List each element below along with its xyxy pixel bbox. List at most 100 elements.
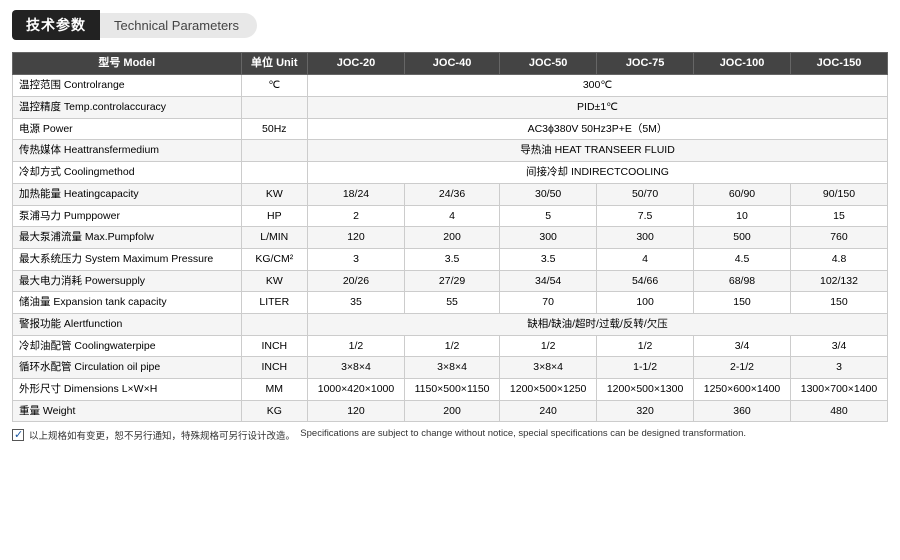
row-label: 循环水配管 Circulation oil pipe — [13, 357, 242, 379]
col-header-unit: 单位 Unit — [241, 53, 307, 75]
row-unit — [241, 140, 307, 162]
table-row: 警报功能 Alertfunction缺相/缺油/超时/过载/反转/欠压 — [13, 313, 888, 335]
footer-text-cn: 以上规格如有变更，恕不另行通知，特殊规格可另行设计改造。 — [29, 428, 295, 442]
row-label: 储油量 Expansion tank capacity — [13, 292, 242, 314]
row-value: 1250×600×1400 — [694, 379, 791, 401]
row-value: 1300×700×1400 — [790, 379, 887, 401]
row-unit — [241, 162, 307, 184]
table-row: 储油量 Expansion tank capacityLITER35557010… — [13, 292, 888, 314]
row-value: 70 — [500, 292, 597, 314]
row-value: 1/2 — [308, 335, 405, 357]
row-value: 3.5 — [500, 248, 597, 270]
row-value: 5 — [500, 205, 597, 227]
row-unit: L/MIN — [241, 227, 307, 249]
row-value: 3×8×4 — [404, 357, 499, 379]
table-row: 温控范围 Controlrange℃300℃ — [13, 75, 888, 97]
row-value: 360 — [694, 400, 791, 422]
footer-checkbox-icon — [12, 429, 24, 441]
col-header-joc20: JOC-20 — [308, 53, 405, 75]
row-value: 10 — [694, 205, 791, 227]
row-value: 480 — [790, 400, 887, 422]
row-value: 3.5 — [404, 248, 499, 270]
table-row: 冷却方式 Coolingmethod间接冷却 INDIRECTCOOLING — [13, 162, 888, 184]
table-row: 最大系统压力 System Maximum PressureKG/CM²33.5… — [13, 248, 888, 270]
row-value: 34/54 — [500, 270, 597, 292]
row-label: 电源 Power — [13, 118, 242, 140]
footer-note: 以上规格如有变更，恕不另行通知，特殊规格可另行设计改造。 Specificati… — [12, 428, 888, 442]
table-row: 重量 WeightKG120200240320360480 — [13, 400, 888, 422]
row-value: 320 — [597, 400, 694, 422]
row-value: 1/2 — [597, 335, 694, 357]
row-value-spanned: AC3ϕ380V 50Hz3P+E（5M） — [308, 118, 888, 140]
table-row: 最大电力消耗 PowersupplyKW20/2627/2934/5454/66… — [13, 270, 888, 292]
row-value: 120 — [308, 400, 405, 422]
row-value: 3×8×4 — [500, 357, 597, 379]
row-label: 外形尺寸 Dimensions L×W×H — [13, 379, 242, 401]
header-title: Technical Parameters — [100, 13, 257, 38]
row-value: 1200×500×1300 — [597, 379, 694, 401]
table-row: 温控精度 Temp.controlaccuracyPID±1℃ — [13, 97, 888, 119]
row-label: 温控范围 Controlrange — [13, 75, 242, 97]
page-container: 技术参数 Technical Parameters 型号 Model 单位 Un… — [0, 0, 900, 560]
row-label: 冷却油配管 Coolingwaterpipe — [13, 335, 242, 357]
row-label: 泵浦马力 Pumppower — [13, 205, 242, 227]
table-row: 最大泵浦流量 Max.PumpfolwL/MIN1202003003005007… — [13, 227, 888, 249]
row-value: 54/66 — [597, 270, 694, 292]
row-value: 20/26 — [308, 270, 405, 292]
col-header-joc100: JOC-100 — [694, 53, 791, 75]
table-row: 加热能量 HeatingcapacityKW18/2424/3630/5050/… — [13, 183, 888, 205]
table-header-row: 型号 Model 单位 Unit JOC-20 JOC-40 JOC-50 JO… — [13, 53, 888, 75]
row-unit: KG/CM² — [241, 248, 307, 270]
row-label: 最大泵浦流量 Max.Pumpfolw — [13, 227, 242, 249]
row-value: 3×8×4 — [308, 357, 405, 379]
row-value: 15 — [790, 205, 887, 227]
row-label: 最大系统压力 System Maximum Pressure — [13, 248, 242, 270]
row-unit: KG — [241, 400, 307, 422]
row-value: 24/36 — [404, 183, 499, 205]
row-value: 3 — [790, 357, 887, 379]
table-row: 电源 Power50HzAC3ϕ380V 50Hz3P+E（5M） — [13, 118, 888, 140]
row-value: 50/70 — [597, 183, 694, 205]
row-value: 2-1/2 — [694, 357, 791, 379]
row-value: 68/98 — [694, 270, 791, 292]
row-value: 4.8 — [790, 248, 887, 270]
row-value: 150 — [790, 292, 887, 314]
row-unit: MM — [241, 379, 307, 401]
header: 技术参数 Technical Parameters — [12, 10, 888, 40]
row-value: 3/4 — [790, 335, 887, 357]
row-value: 4 — [597, 248, 694, 270]
row-value: 55 — [404, 292, 499, 314]
row-label: 传热媒体 Heattransfermedium — [13, 140, 242, 162]
footer-text-en: Specifications are subject to change wit… — [300, 428, 746, 439]
row-value: 7.5 — [597, 205, 694, 227]
row-value: 200 — [404, 400, 499, 422]
col-header-joc75: JOC-75 — [597, 53, 694, 75]
row-value: 1000×420×1000 — [308, 379, 405, 401]
col-header-model: 型号 Model — [13, 53, 242, 75]
row-value: 300 — [597, 227, 694, 249]
row-value: 4.5 — [694, 248, 791, 270]
row-value: 760 — [790, 227, 887, 249]
row-value: 102/132 — [790, 270, 887, 292]
row-value: 500 — [694, 227, 791, 249]
row-label: 重量 Weight — [13, 400, 242, 422]
row-value-spanned: PID±1℃ — [308, 97, 888, 119]
row-value: 1200×500×1250 — [500, 379, 597, 401]
row-value: 1150×500×1150 — [404, 379, 499, 401]
header-badge: 技术参数 — [12, 10, 100, 40]
table-row: 循环水配管 Circulation oil pipeINCH3×8×43×8×4… — [13, 357, 888, 379]
row-value: 1/2 — [500, 335, 597, 357]
table-row: 传热媒体 Heattransfermedium 导热油 HEAT TRANSEER… — [13, 140, 888, 162]
row-value: 300 — [500, 227, 597, 249]
row-label: 冷却方式 Coolingmethod — [13, 162, 242, 184]
table-row: 冷却油配管 CoolingwaterpipeINCH1/21/21/21/23/… — [13, 335, 888, 357]
col-header-joc40: JOC-40 — [404, 53, 499, 75]
params-table: 型号 Model 单位 Unit JOC-20 JOC-40 JOC-50 JO… — [12, 52, 888, 422]
row-value: 3/4 — [694, 335, 791, 357]
row-value: 60/90 — [694, 183, 791, 205]
row-value-spanned: 导热油 HEAT TRANSEER FLUID — [308, 140, 888, 162]
row-unit — [241, 313, 307, 335]
row-value: 35 — [308, 292, 405, 314]
row-unit — [241, 97, 307, 119]
row-value: 90/150 — [790, 183, 887, 205]
